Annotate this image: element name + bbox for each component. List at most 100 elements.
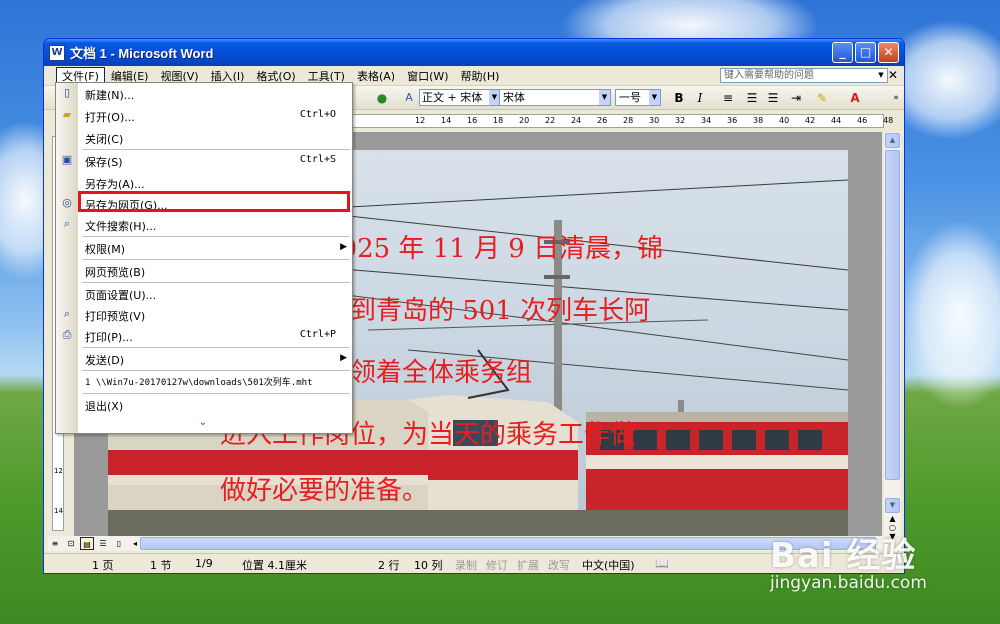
menu-item-page-setup[interactable]: 页面设置(U)... xyxy=(56,283,352,305)
minimize-button[interactable]: _ xyxy=(832,42,853,63)
ruler-tick: 14 xyxy=(441,116,452,125)
menu-item-label: 打印预览(V) xyxy=(85,310,146,323)
ruler-tick: 40 xyxy=(779,116,790,125)
ruler-tick: 20 xyxy=(519,116,530,125)
web-view-icon[interactable]: ⊡ xyxy=(64,537,78,550)
menu-table[interactable]: 表格(A) xyxy=(351,67,401,85)
normal-view-icon[interactable]: ≡ xyxy=(48,537,62,550)
submenu-arrow-icon: ▶ xyxy=(340,242,347,252)
status-line: 2 行 xyxy=(378,559,400,572)
font-value: 宋体 xyxy=(503,91,525,104)
indent-icon[interactable]: ⇥ xyxy=(788,90,804,106)
help-search-input[interactable]: 键入需要帮助的问题 ▼ xyxy=(720,68,888,83)
ruler-tick: 46 xyxy=(857,116,868,125)
font-size-value: 一号 xyxy=(619,91,641,104)
ruler-tick: 12 xyxy=(415,116,426,125)
document-line: 带领着全体乘务组 xyxy=(324,358,533,388)
file-search-icon: ⌕ xyxy=(63,217,71,230)
style-select[interactable]: 正文 + 宋体 ▼ xyxy=(419,89,501,106)
title-bar[interactable]: W 文档 1 - Microsoft Word _ □ ✕ xyxy=(44,39,904,66)
menu-item-permission[interactable]: 权限(M) ▶ xyxy=(56,237,352,259)
research-icon[interactable]: ● xyxy=(374,90,390,106)
status-pages: 1/9 xyxy=(195,557,213,570)
font-size-select[interactable]: 一号 ▼ xyxy=(615,89,661,106)
hscroll-thumb[interactable] xyxy=(140,537,876,550)
menu-item-label: 退出(X) xyxy=(85,400,124,413)
menu-item-print[interactable]: ⎙ 打印(P)... Ctrl+P xyxy=(56,325,352,347)
ruler-tick: 16 xyxy=(467,116,478,125)
menu-item-label: 打开(O)... xyxy=(85,111,135,124)
menu-item-label: 新建(N)... xyxy=(85,89,135,102)
menu-item-label: 权限(M) xyxy=(85,243,126,256)
menu-help[interactable]: 帮助(H) xyxy=(455,67,506,85)
scroll-thumb[interactable] xyxy=(885,150,900,480)
toolbar-options-icon[interactable]: » xyxy=(888,90,904,106)
prev-page-icon[interactable]: ▲ xyxy=(884,514,901,523)
outline-view-icon[interactable]: ☰ xyxy=(96,537,110,550)
desktop-cloud xyxy=(900,220,1000,410)
print-icon: ⎙ xyxy=(62,328,72,341)
close-document-icon[interactable]: ✕ xyxy=(888,68,898,82)
menu-item-label: 文件搜索(H)... xyxy=(85,220,157,233)
status-position: 位置 4.1厘米 xyxy=(242,559,307,572)
document-line: 做好必要的准备。 xyxy=(220,476,429,506)
chevron-down-icon[interactable]: ▼ xyxy=(876,70,886,81)
chevron-down-icon[interactable]: ▼ xyxy=(599,90,610,105)
bold-icon[interactable]: B xyxy=(671,90,687,106)
status-track[interactable]: 修订 xyxy=(486,557,508,573)
menu-item-exit[interactable]: 退出(X) xyxy=(56,394,352,416)
ruler-tick: 22 xyxy=(545,116,556,125)
ruler-tick: 34 xyxy=(701,116,712,125)
open-folder-icon: ▰ xyxy=(62,108,72,121)
horizontal-scrollbar[interactable]: ≡ ⊡ ▤ ☰ ▯ ◂ xyxy=(48,536,884,551)
status-extend[interactable]: 扩展 xyxy=(517,557,539,573)
scroll-up-icon[interactable]: ▲ xyxy=(885,133,900,148)
status-record[interactable]: 录制 xyxy=(455,557,477,573)
font-color-icon[interactable]: A xyxy=(847,90,863,106)
menu-item-label: 打印(P)... xyxy=(85,331,133,344)
ruler-tick: 38 xyxy=(753,116,764,125)
menu-item-close[interactable]: 关闭(C) xyxy=(56,127,352,149)
menu-item-new[interactable]: ▯ 新建(N)... xyxy=(56,83,352,105)
vruler-tick: 12 xyxy=(54,467,63,475)
menu-item-print-preview[interactable]: ⌕ 打印预览(V) xyxy=(56,304,352,326)
ruler-tick: 26 xyxy=(597,116,608,125)
styles-pane-icon[interactable]: A xyxy=(401,90,417,106)
menu-item-label: 1 \\Win7u-20170127w\downloads\501次列车.mht xyxy=(85,378,313,388)
menu-item-web-preview[interactable]: 网页预览(B) xyxy=(56,260,352,282)
reading-view-icon[interactable]: ▯ xyxy=(112,537,126,550)
maximize-button[interactable]: □ xyxy=(855,42,876,63)
italic-icon[interactable]: I xyxy=(692,90,708,106)
menu-item-open[interactable]: ▰ 打开(O)... Ctrl+O xyxy=(56,105,352,127)
expand-menu-icon[interactable]: ⌄ xyxy=(196,417,210,429)
align-center-icon[interactable]: ≡ xyxy=(720,90,736,106)
menu-item-save[interactable]: ▣ 保存(S) Ctrl+S xyxy=(56,150,352,172)
menu-item-recent-file[interactable]: 1 \\Win7u-20170127w\downloads\501次列车.mht xyxy=(56,371,352,393)
ruler-tick: 36 xyxy=(727,116,738,125)
menu-item-label: 关闭(C) xyxy=(85,133,124,146)
menu-item-shortcut: Ctrl+S xyxy=(299,154,336,165)
status-language: 中文(中国) xyxy=(582,559,635,572)
menu-item-file-search[interactable]: ⌕ 文件搜索(H)... xyxy=(56,214,352,236)
menu-item-send[interactable]: 发送(D) ▶ xyxy=(56,348,352,370)
menu-item-label: 保存(S) xyxy=(85,156,123,169)
close-button[interactable]: ✕ xyxy=(878,42,899,63)
bullets-icon[interactable]: ☰ xyxy=(765,90,781,106)
submenu-arrow-icon: ▶ xyxy=(340,353,347,363)
status-overtype[interactable]: 改写 xyxy=(548,557,570,573)
numbering-icon[interactable]: ☰ xyxy=(744,90,760,106)
chevron-down-icon[interactable]: ▼ xyxy=(649,90,660,105)
watermark-logo: Bai 经验 xyxy=(770,536,917,576)
font-select[interactable]: 宋体 ▼ xyxy=(499,89,611,106)
ruler-tick: 30 xyxy=(649,116,660,125)
vertical-scrollbar[interactable]: ▲ ▼ ▲ ○ ▼ xyxy=(884,132,901,541)
ruler-tick: 28 xyxy=(623,116,634,125)
spelling-status-icon[interactable]: 📖 xyxy=(655,557,669,570)
menu-window[interactable]: 窗口(W) xyxy=(401,67,454,85)
ruler-tick: 24 xyxy=(571,116,582,125)
print-view-icon[interactable]: ▤ xyxy=(80,537,94,550)
style-value: 正文 + 宋体 xyxy=(422,91,483,104)
highlight-icon[interactable]: ✎ xyxy=(814,90,830,106)
scroll-down-icon[interactable]: ▼ xyxy=(885,498,900,513)
web-save-icon: ◎ xyxy=(62,196,72,209)
